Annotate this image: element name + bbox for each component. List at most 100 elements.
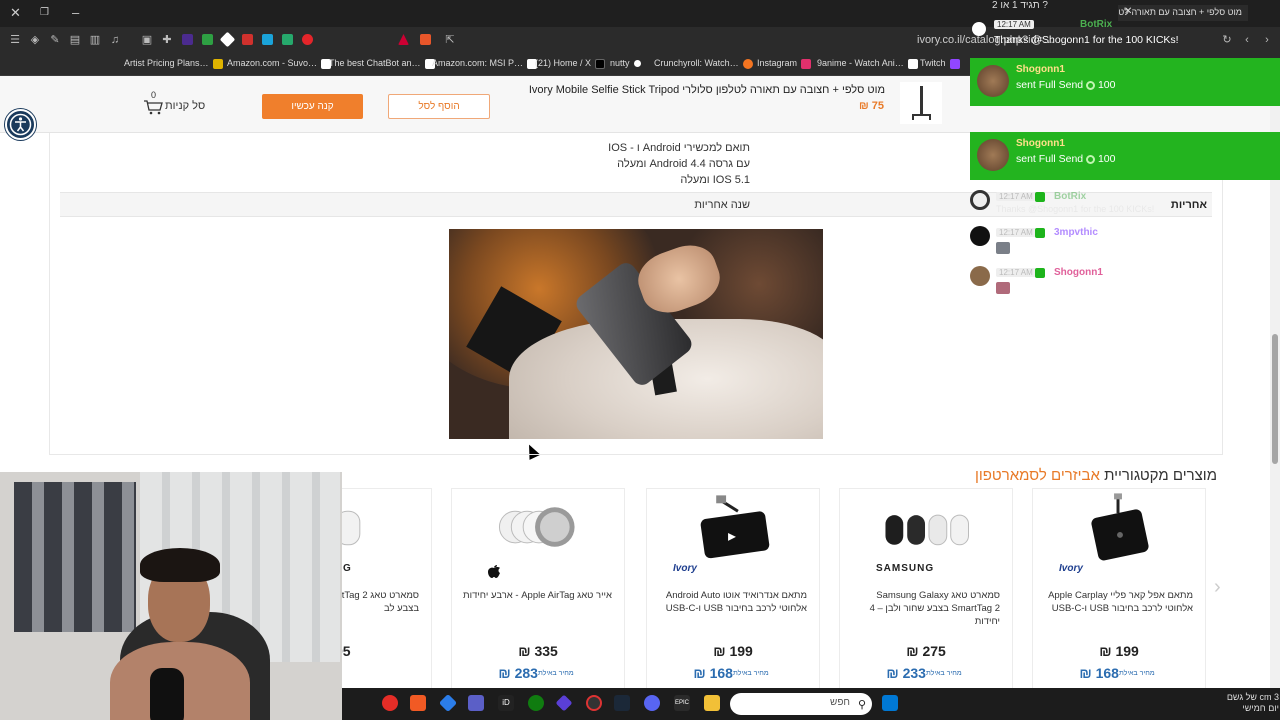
cart-icon [144,100,163,115]
id-app-icon[interactable]: iD [498,695,514,711]
windows-start-icon[interactable] [882,695,898,711]
product-video[interactable] [449,229,823,439]
bookmark-label: Twitch [920,58,946,68]
youtube-music-icon[interactable] [382,695,398,711]
chat-username: Shogonn1 [1054,267,1103,278]
product-card[interactable]: Ivory מתאם אנדרואיד אוטו Android Auto אל… [646,488,820,700]
share-icon[interactable]: ⇱ [443,33,457,47]
product-price: ₪ 199 [1099,643,1139,659]
windows-taskbar: iD EPIC חפש ⚲ 3 cm של גשם יום חמישי [342,688,1280,720]
minimize-window-icon[interactable]: – [72,5,79,20]
kick-coin-icon [1086,154,1096,164]
bookmark-item[interactable]: Crunchyroll: Watch… [654,58,753,69]
chat-username: BotRix [1054,191,1087,202]
file-explorer-icon[interactable] [704,695,720,711]
music-icon[interactable]: ♫ [108,33,122,47]
weather-widget[interactable]: 3 cm של גשם יום חמישי [1199,692,1279,714]
buy-now-button[interactable]: קנה עכשיו [262,94,363,119]
emote-icon [996,282,1010,294]
product-price: ₪ 199 [713,643,753,659]
bookmark-item[interactable]: nutty [610,58,641,68]
bookmark-item[interactable]: (21) Home / X [535,58,606,69]
ext-green-icon[interactable] [202,34,213,45]
screen: { "browser": { "url": "ivory.co.il/catal… [0,0,1280,720]
airtag-image [498,507,575,547]
bookmark-label: Instagram [757,58,798,68]
eilat-price: ₪ 168מחיר באילת [647,665,819,681]
menu-icon[interactable]: ☰ [8,33,22,47]
category-prefix: מוצרים מקטגוריית [1104,467,1217,484]
product-name: מתאם אפל קאר פליי Apple Carplay אלחוטי ל… [1048,590,1193,614]
discord-icon[interactable] [644,695,660,711]
webcam-streamer-hair [140,548,220,582]
brave-shield-icon[interactable] [420,34,431,45]
bookmark-label: Crunchyroll: Watch… [654,58,739,68]
brave-browser-icon[interactable] [410,695,426,711]
category-link[interactable]: אביזרים לסמארטפון [975,467,1100,484]
bookmark-label: Amazon.com: MSI P… [432,58,524,68]
product-card[interactable]: Ivory מתאם אפל קאר פליי Apple Carplay אל… [1032,488,1206,700]
bookmark-item[interactable]: Instagram [757,58,812,69]
notification-text: sent Full Send [1016,79,1084,91]
extension-icon[interactable]: ✎ [48,33,62,47]
app-icon[interactable] [438,693,458,713]
product-name: סמארט טאג Samsung Galaxy SmartTag 2 בצבע… [869,590,1000,627]
chrome-icon[interactable] [586,695,602,711]
search-placeholder: חפש [830,697,850,708]
tab-close-icon[interactable]: ✕ [1124,6,1132,17]
add-to-cart-button[interactable]: הוסף לסל [388,94,490,119]
emote-icon [996,242,1010,254]
brave-rewards-icon[interactable] [398,34,409,45]
chat-timestamp: 12:17 AM [996,268,1036,277]
scrollbar-thumb[interactable] [1272,334,1278,464]
product-card[interactable]: אייר טאג Apple AirTag - ארבע יחידות ₪ 33… [451,488,625,700]
puzzle-icon[interactable]: ✚ [160,33,174,47]
ext-record-icon[interactable] [302,34,313,45]
ext-purple-icon[interactable] [182,34,193,45]
sidebar-icon[interactable]: ▥ [88,33,102,47]
eilat-price: ₪ 168מחיר באילת [1033,665,1205,681]
bookmark-label: Amazon.com - Suvo… [227,58,318,68]
tabs-icon[interactable]: ▤ [68,33,82,47]
close-window-icon[interactable]: ✕ [10,5,21,21]
product-price: ₪ 275 [906,643,946,659]
chat-line: 12:17 AM 3mpvthic [968,226,1280,262]
xbox-icon[interactable] [528,695,544,711]
bookmark-item[interactable]: Twitch [920,58,960,69]
eilat-price-label: מחיר באילת [925,670,962,678]
restore-window-icon[interactable]: ❐ [40,7,49,18]
steam-icon[interactable] [614,695,630,711]
accessibility-button[interactable] [5,109,36,140]
gift-notification: Shogonn1 sent Full Send 100 [970,58,1280,106]
section-divider [50,454,1222,455]
teams-icon[interactable] [468,695,484,711]
eilat-price-value: ₪ 283 [498,665,538,681]
bookmark-item[interactable]: Artist Pricing Plans… [124,58,223,69]
product-thumbnail[interactable] [900,82,942,124]
cart-label: סל קניות [165,100,206,112]
spec-line: תואם למכשירי Android ו - IOS [608,142,750,154]
ext-blue-icon[interactable] [262,34,273,45]
bookmark-item[interactable]: The best ChatBot an… [329,58,435,69]
product-card[interactable]: SAMSUNG סמארט טאג Samsung Galaxy SmartTa… [839,488,1013,700]
bookmark-label: Artist Pricing Plans… [124,58,209,68]
ext-red-icon[interactable] [242,34,253,45]
ext-teal-icon[interactable] [282,34,293,45]
kick-badge-icon [1035,268,1045,278]
browser-tab[interactable]: מוט סלפי + חצובה עם תאורה לט [1118,5,1248,21]
bookmark-item[interactable]: Amazon.com: MSI P… [432,58,538,69]
user-avatar [977,139,1009,171]
bookmark-item[interactable]: Amazon.com - Suvo… [227,58,332,69]
carousel-next-icon[interactable]: › [1214,576,1221,599]
cart-button[interactable]: 0 סל קניות [143,90,213,120]
notification-username: Shogonn1 [1016,64,1065,75]
app-icon[interactable] [555,694,573,712]
notification-message: sent Full Send 100 [1016,153,1116,165]
bookmark-item[interactable]: 9anime - Watch Ani… [817,58,918,69]
chat-timestamp: 12:17 AM [994,20,1034,29]
screenshot-icon[interactable]: ▣ [140,33,154,47]
epic-games-icon[interactable]: EPIC [674,695,690,711]
taskbar-search[interactable]: חפש ⚲ [730,693,872,715]
ext-diamond-icon[interactable] [219,31,236,48]
shield-icon[interactable]: ◈ [28,33,42,47]
